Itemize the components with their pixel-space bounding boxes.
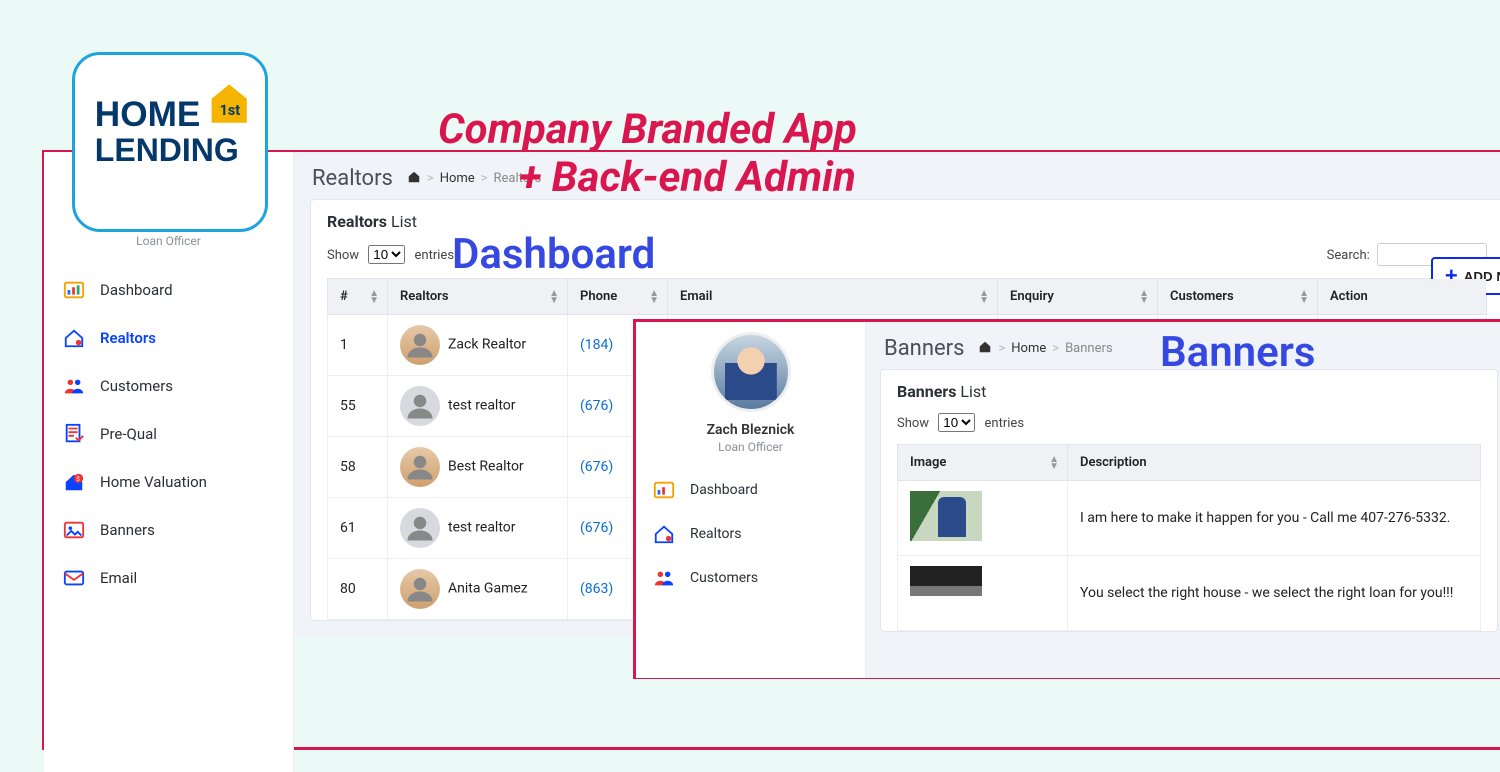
entries-select[interactable]: 10 <box>938 413 975 432</box>
prequal-icon <box>62 422 86 446</box>
cell-num: 80 <box>328 559 388 620</box>
banner-desc: You select the right house - we select t… <box>1068 556 1481 631</box>
search-label: Search: <box>1327 248 1370 263</box>
cell-realtor: Zack Realtor <box>388 315 568 376</box>
sidebar-nav-b: Dashboard Realtors Customers <box>636 460 865 600</box>
logo-text-home: HOME <box>95 95 201 134</box>
avatar <box>400 386 440 426</box>
sidebar-b: Zach Bleznick Loan Officer Dashboard Rea… <box>636 322 866 678</box>
profile-name: Zach Bleznick <box>636 422 865 438</box>
table-row: You select the right house - we select t… <box>898 556 1481 631</box>
sidebar-item-realtors[interactable]: Realtors <box>44 314 293 362</box>
entries-label: entries <box>415 248 455 263</box>
cell-realtor: test realtor <box>388 498 568 559</box>
col-description[interactable]: Description <box>1068 445 1481 481</box>
cell-realtor: test realtor <box>388 376 568 437</box>
banner-image <box>910 566 982 616</box>
entries-select[interactable]: 10 <box>368 245 405 264</box>
banners-icon <box>62 518 86 542</box>
realtors-icon <box>652 522 676 546</box>
brand-logo: HOME 1st LENDING <box>72 52 268 232</box>
cell-num: 61 <box>328 498 388 559</box>
col-phone[interactable]: Phone▲▼ <box>568 279 668 315</box>
col-realtors[interactable]: Realtors▲▼ <box>388 279 568 315</box>
sidebar-item-label: Dashboard <box>690 482 758 498</box>
avatar <box>711 332 791 412</box>
card-title: Banners List <box>897 382 1481 401</box>
headline-line1: Company Branded App <box>438 106 857 154</box>
entries-label: entries <box>985 416 1025 431</box>
col-num[interactable]: #▲▼ <box>328 279 388 315</box>
show-label: Show <box>897 416 929 431</box>
sidebar-item-label: Home Valuation <box>100 473 207 491</box>
dashboard-icon <box>652 478 676 502</box>
cell-realtor: Anita Gamez <box>388 559 568 620</box>
page-title: Banners <box>884 336 964 361</box>
svg-text:1st: 1st <box>220 102 241 119</box>
label-banners: Banners <box>1160 328 1315 377</box>
show-label: Show <box>327 248 359 263</box>
sidebar-item-label: Customers <box>690 570 758 586</box>
card-title: Realtors List <box>327 212 1487 231</box>
sidebar-item-label: Customers <box>100 377 173 395</box>
sidebar: Zach Bleznick Loan Officer Dashboard Rea… <box>44 152 294 772</box>
sidebar-item-home-valuation[interactable]: $ Home Valuation <box>44 458 293 506</box>
sidebar-item-customers[interactable]: Customers <box>636 556 865 600</box>
banner-desc: I am here to make it happen for you - Ca… <box>1068 481 1481 556</box>
sidebar-item-customers[interactable]: Customers <box>44 362 293 410</box>
realtors-icon <box>62 326 86 350</box>
sidebar-item-banners[interactable]: Banners <box>44 506 293 554</box>
breadcrumb: > Home > Banners <box>978 340 1112 358</box>
profile-block: Zach Bleznick Loan Officer <box>636 418 865 460</box>
customers-icon <box>62 374 86 398</box>
breadcrumb-home[interactable]: Home <box>1011 341 1046 356</box>
sidebar-item-label: Banners <box>100 521 155 539</box>
col-customers[interactable]: Customers▲▼ <box>1158 279 1318 315</box>
breadcrumb-current: Banners <box>1065 341 1113 356</box>
svg-text:$: $ <box>76 475 80 483</box>
cell-num: 1 <box>328 315 388 376</box>
cell-realtor: Best Realtor <box>388 437 568 498</box>
page-title: Realtors <box>312 166 393 191</box>
home-icon[interactable] <box>407 170 421 188</box>
sidebar-nav: Dashboard Realtors Customers Pre-Qual $ … <box>44 258 293 602</box>
dashboard-icon <box>62 278 86 302</box>
sidebar-item-label: Email <box>100 569 137 587</box>
avatar <box>400 569 440 609</box>
headline-line2: + Back-end Admin <box>518 154 857 202</box>
sidebar-item-dashboard[interactable]: Dashboard <box>636 468 865 512</box>
email-icon <box>62 566 86 590</box>
banner-image <box>910 491 982 541</box>
sidebar-item-label: Realtors <box>100 329 156 347</box>
sidebar-item-prequal[interactable]: Pre-Qual <box>44 410 293 458</box>
col-enquiry[interactable]: Enquiry▲▼ <box>998 279 1158 315</box>
col-email[interactable]: Email▲▼ <box>668 279 998 315</box>
home-icon[interactable] <box>978 340 992 358</box>
profile-role: Loan Officer <box>44 234 293 248</box>
avatar <box>400 508 440 548</box>
avatar <box>400 325 440 365</box>
col-action[interactable]: Action <box>1318 279 1487 315</box>
banners-card: Banners List Show 10 entries Image▲▼ Des… <box>880 369 1498 632</box>
banners-screenshot: Zach Bleznick Loan Officer Dashboard Rea… <box>636 322 1500 678</box>
logo-text-lending: LENDING <box>95 132 239 168</box>
headline: Company Branded App + Back-end Admin <box>438 106 857 203</box>
sidebar-item-email[interactable]: Email <box>44 554 293 602</box>
home-valuation-icon: $ <box>62 470 86 494</box>
profile-role: Loan Officer <box>636 440 865 454</box>
sidebar-item-label: Dashboard <box>100 281 173 299</box>
cell-num: 58 <box>328 437 388 498</box>
sidebar-item-realtors[interactable]: Realtors <box>636 512 865 556</box>
table-row: I am here to make it happen for you - Ca… <box>898 481 1481 556</box>
label-dashboard: Dashboard <box>452 230 655 279</box>
customers-icon <box>652 566 676 590</box>
sidebar-item-dashboard[interactable]: Dashboard <box>44 266 293 314</box>
sidebar-item-label: Realtors <box>690 526 741 542</box>
sidebar-item-label: Pre-Qual <box>100 425 157 443</box>
col-image[interactable]: Image▲▼ <box>898 445 1068 481</box>
banners-table: Image▲▼ Description I am here to make it… <box>897 444 1481 631</box>
cell-num: 55 <box>328 376 388 437</box>
avatar <box>400 447 440 487</box>
